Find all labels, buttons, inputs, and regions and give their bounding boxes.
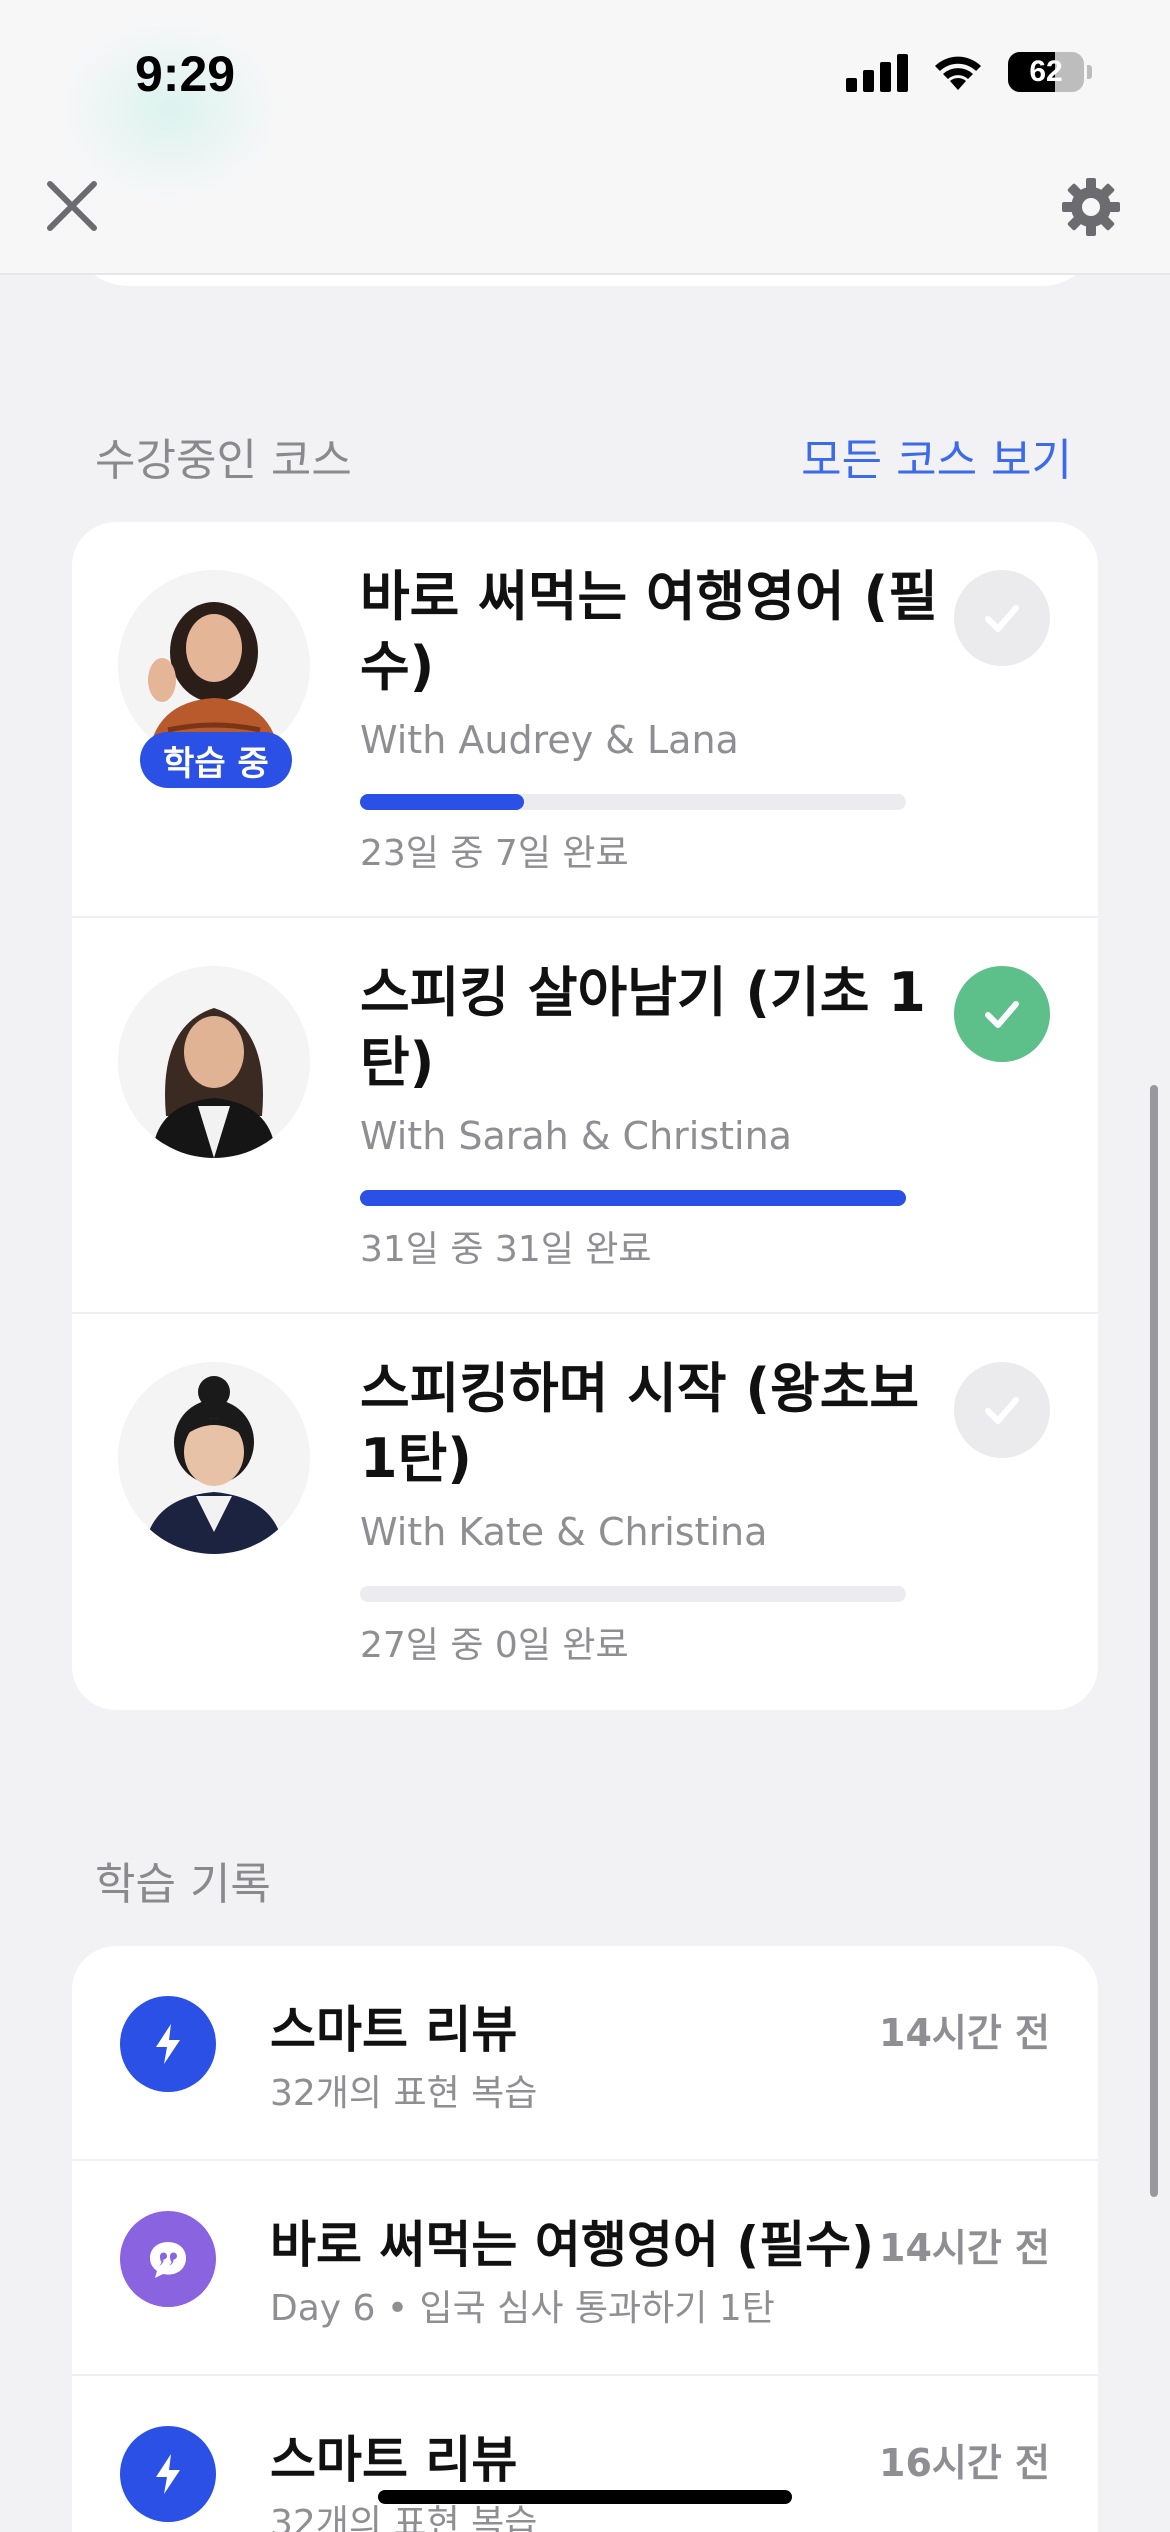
progress-bar <box>360 1586 906 1602</box>
progress-text: 31일 중 31일 완료 <box>360 1229 652 1270</box>
course-instructor: With Sarah & Christina <box>360 1114 792 1158</box>
progress-text: 27일 중 0일 완료 <box>360 1625 629 1666</box>
history-item[interactable]: 바로 써먹는 여행영어 (필수) Day 6 • 입국 심사 통과하기 1탄 1… <box>72 2161 1098 2376</box>
status-time: 9:29 <box>135 46 236 102</box>
gear-icon[interactable] <box>1060 176 1122 238</box>
course-complete-check <box>954 1362 1050 1458</box>
course-title: 바로 써먹는 여행영어 (필수) <box>360 565 938 698</box>
top-bar: 9:29 62 <box>0 0 1170 275</box>
status-icons: 62 <box>846 50 1092 94</box>
course-instructor: With Audrey & Lana <box>360 718 739 762</box>
quote-bubble-glyph <box>150 2242 186 2278</box>
home-indicator[interactable] <box>378 2490 792 2504</box>
progress-fill <box>360 1190 906 1206</box>
history-time: 14시간 전 <box>879 2226 1050 2270</box>
courses-card: 학습 중 바로 써먹는 여행영어 (필수) With Audrey & Lana… <box>72 522 1098 1710</box>
course-instructor: With Kate & Christina <box>360 1510 768 1554</box>
history-item[interactable]: 스마트 리뷰 32개의 표현 복습 16시간 전 <box>72 2376 1098 2532</box>
history-card: 스마트 리뷰 32개의 표현 복습 14시간 전 바로 써먹는 여행영어 (필수… <box>72 1946 1098 2532</box>
instructor-photo-3 <box>118 1362 310 1554</box>
instructor-avatar <box>118 966 310 1158</box>
course-complete-check <box>954 570 1050 666</box>
check-icon <box>985 1001 1019 1028</box>
lightning-icon <box>120 2426 216 2522</box>
lightning-glyph <box>156 2454 180 2494</box>
progress-fill <box>360 794 524 810</box>
course-title: 스피킹하며 시작 (왕초보 1탄) <box>360 1357 920 1490</box>
history-time: 14시간 전 <box>879 2011 1050 2055</box>
battery-icon: 62 <box>1008 52 1084 92</box>
history-title: 바로 써먹는 여행영어 (필수) <box>270 2216 874 2274</box>
quote-bubble-icon <box>120 2211 216 2307</box>
history-item[interactable]: 스마트 리뷰 32개의 표현 복습 14시간 전 <box>72 1946 1098 2161</box>
battery-nub <box>1087 65 1092 79</box>
course-item[interactable]: 학습 중 바로 써먹는 여행영어 (필수) With Audrey & Lana… <box>72 522 1098 918</box>
scrollbar[interactable] <box>1150 1085 1158 2197</box>
history-time: 16시간 전 <box>879 2441 1050 2485</box>
check-icon <box>985 605 1019 632</box>
course-title: 스피킹 살아남기 (기초 1탄) <box>360 961 926 1094</box>
lightning-glyph <box>156 2024 180 2064</box>
see-all-courses-link[interactable]: 모든 코스 보기 <box>801 424 1072 488</box>
cellular-signal-icon <box>846 52 908 92</box>
check-icon <box>985 1397 1019 1424</box>
history-title: 스마트 리뷰 <box>270 2001 518 2059</box>
course-complete-check <box>954 966 1050 1062</box>
progress-bar <box>360 794 906 810</box>
wifi-icon <box>935 56 981 90</box>
history-subtitle: Day 6 • 입국 심사 통과하기 1탄 <box>270 2288 775 2329</box>
lightning-icon <box>120 1996 216 2092</box>
history-section-title: 학습 기록 <box>95 1859 271 1910</box>
close-icon[interactable] <box>42 176 102 236</box>
battery-percent: 62 <box>1029 55 1063 88</box>
history-subtitle: 32개의 표현 복습 <box>270 2073 538 2114</box>
progress-text: 23일 중 7일 완료 <box>360 833 629 874</box>
course-item[interactable]: 스피킹 살아남기 (기초 1탄) With Sarah & Christina … <box>72 918 1098 1314</box>
instructor-photo-2 <box>118 966 310 1158</box>
battery-indicator: 62 <box>1008 52 1092 92</box>
history-title: 스마트 리뷰 <box>270 2431 518 2489</box>
progress-bar <box>360 1190 906 1206</box>
learning-badge: 학습 중 <box>140 732 292 788</box>
instructor-avatar <box>118 1362 310 1554</box>
courses-section-title: 수강중인 코스 <box>95 435 352 486</box>
course-item[interactable]: 스피킹하며 시작 (왕초보 1탄) With Kate & Christina … <box>72 1314 1098 1710</box>
